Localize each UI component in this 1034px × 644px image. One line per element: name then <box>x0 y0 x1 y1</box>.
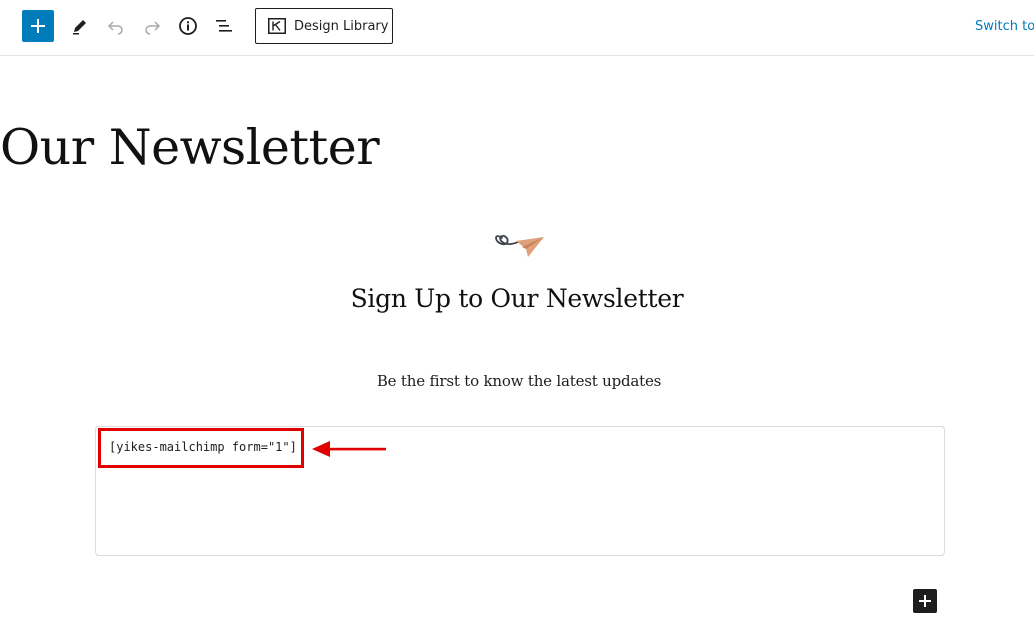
undo-icon <box>107 21 123 35</box>
editor-toolbar: Design Library Switch to d <box>0 0 1034 56</box>
signup-heading[interactable]: Sign Up to Our Newsletter <box>0 284 1034 313</box>
shortcode-text[interactable]: [yikes-mailchimp form="1"] <box>109 440 297 454</box>
kadence-icon <box>268 18 286 34</box>
redo-button[interactable] <box>136 10 168 42</box>
add-block-button[interactable] <box>22 10 54 42</box>
block-inserter-button[interactable] <box>913 589 937 613</box>
annotation-arrow-icon <box>312 441 386 457</box>
edit-tool-button[interactable] <box>64 10 96 42</box>
paper-plane-icon <box>495 234 544 257</box>
design-library-button[interactable]: Design Library <box>255 8 393 44</box>
list-view-icon <box>216 20 232 32</box>
plus-icon <box>919 595 931 607</box>
design-library-label: Design Library <box>294 18 389 34</box>
list-view-button[interactable] <box>208 10 240 42</box>
details-button[interactable] <box>172 10 204 42</box>
pencil-icon <box>73 20 86 35</box>
newsletter-subtitle[interactable]: Be the first to know the latest updates <box>0 372 1034 390</box>
redo-icon <box>145 21 161 35</box>
switch-editor-link[interactable]: Switch to d <box>975 19 1034 34</box>
page-title[interactable]: Our Newsletter <box>0 114 380 182</box>
plus-icon <box>31 19 45 33</box>
undo-button[interactable] <box>100 10 132 42</box>
info-icon <box>179 17 197 35</box>
